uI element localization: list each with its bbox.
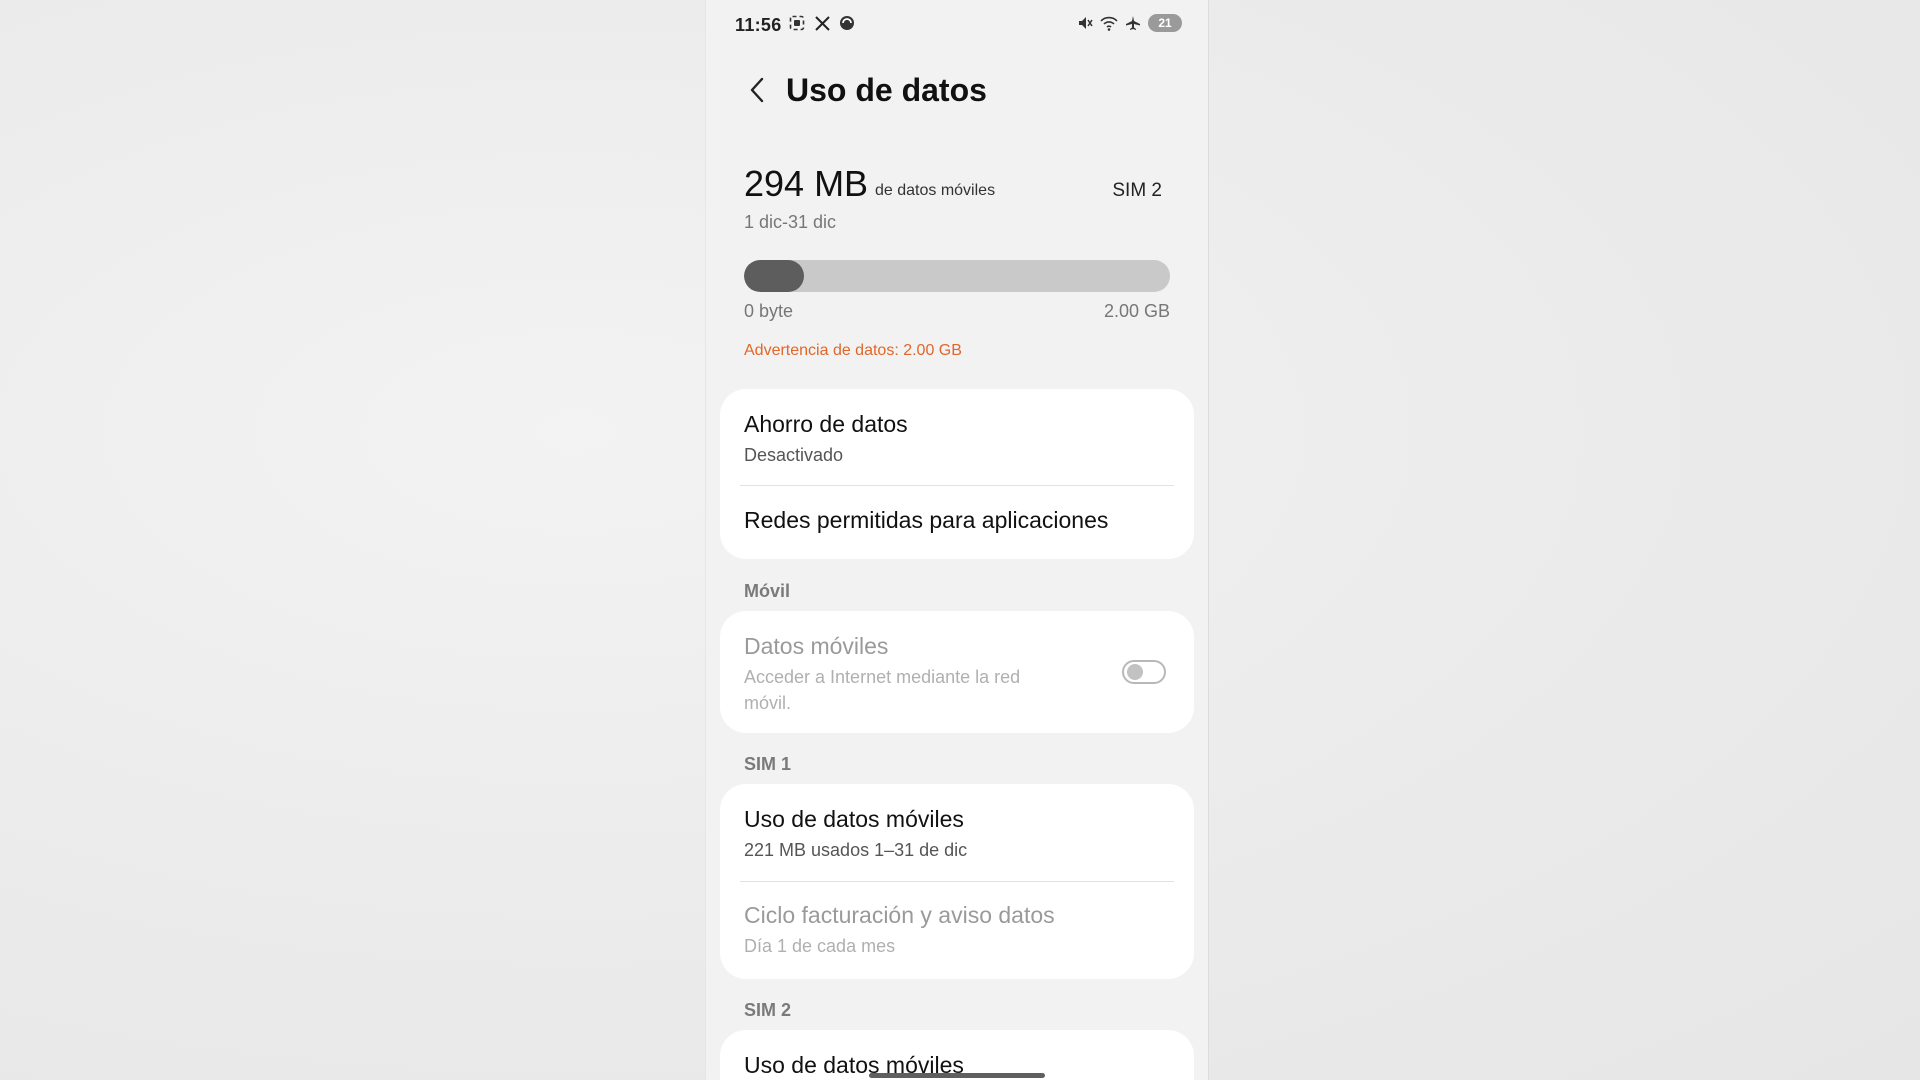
- usage-progress-fill: [744, 260, 804, 292]
- usage-amount: 294 MB: [744, 163, 869, 204]
- sim1-billing-cycle-title: Ciclo facturación y aviso datos: [744, 902, 1055, 928]
- mobile-data-subtitle-line1: Acceder a Internet mediante la red: [744, 667, 1021, 687]
- status-time: 11:56: [735, 15, 782, 35]
- usage-description: de datos móviles: [875, 182, 996, 199]
- data-warning: Advertencia de datos: 2.00 GB: [744, 342, 962, 359]
- allowed-networks-title: Redes permitidas para aplicaciones: [744, 507, 1109, 533]
- usage-bar-max-label: 2.00 GB: [1103, 301, 1170, 321]
- usage-bar-min-label: 0 byte: [744, 301, 794, 321]
- home-indicator[interactable]: [869, 1073, 1045, 1078]
- phone-screen: 11:56 21 Uso de datos 294 MB de datos mó…: [705, 0, 1209, 1080]
- x-logo-icon: [813, 14, 831, 32]
- mute-icon: [1076, 14, 1094, 32]
- app-notification-icon: [838, 14, 856, 32]
- usage-period: 1 dic-31 dic: [744, 212, 837, 232]
- sim1-billing-cycle-row[interactable]: Ciclo facturación y aviso datos Día 1 de…: [720, 882, 1194, 979]
- sim1-billing-cycle-subtitle: Día 1 de cada mes: [744, 936, 896, 956]
- data-saver-status: Desactivado: [744, 445, 844, 465]
- sim-selector[interactable]: SIM 2: [1112, 180, 1162, 202]
- status-right-icons: 21: [1076, 14, 1182, 32]
- wifi-icon: [1100, 14, 1118, 32]
- status-bar: 11:56 21: [706, 0, 1208, 52]
- sim1-card: Uso de datos móviles 221 MB usados 1–31 …: [720, 784, 1194, 979]
- sim1-data-usage-row[interactable]: Uso de datos móviles 221 MB usados 1–31 …: [720, 784, 1194, 881]
- section-label-mobile: Móvil: [744, 581, 791, 601]
- section-label-sim2: SIM 2: [744, 1000, 792, 1020]
- section-label-sim1: SIM 1: [744, 754, 792, 774]
- mobile-data-title: Datos móviles: [744, 633, 889, 659]
- sim1-data-usage-title: Uso de datos móviles: [744, 806, 964, 832]
- battery-indicator: 21: [1148, 14, 1182, 32]
- mobile-data-toggle[interactable]: [1122, 660, 1166, 684]
- general-settings-card: Ahorro de datos Desactivado Redes permit…: [720, 389, 1194, 559]
- screenshot-icon: [788, 14, 806, 32]
- allowed-networks-row[interactable]: Redes permitidas para aplicaciones: [720, 486, 1194, 559]
- page-title: Uso de datos: [786, 72, 987, 108]
- mobile-data-subtitle-line2: móvil.: [744, 693, 792, 713]
- back-button[interactable]: [742, 74, 772, 110]
- mobile-data-card: Datos móviles Acceder a Internet mediant…: [720, 611, 1194, 733]
- usage-progress-bar: [744, 260, 1170, 292]
- status-left-icons: [788, 14, 856, 32]
- chevron-left-icon: [749, 76, 765, 109]
- sim1-data-usage-subtitle: 221 MB usados 1–31 de dic: [744, 840, 968, 860]
- mobile-data-row[interactable]: Datos móviles Acceder a Internet mediant…: [720, 611, 1194, 733]
- airplane-icon: [1124, 14, 1142, 32]
- data-saver-row[interactable]: Ahorro de datos Desactivado: [720, 389, 1194, 485]
- data-saver-title: Ahorro de datos: [744, 411, 908, 437]
